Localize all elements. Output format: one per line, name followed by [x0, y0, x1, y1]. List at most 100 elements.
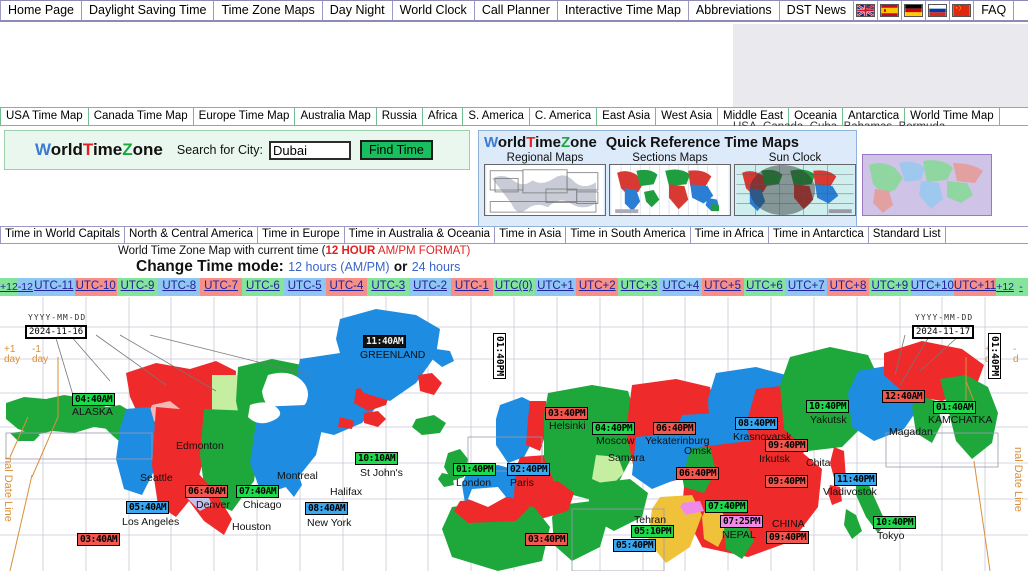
nav-item-time-zone-maps[interactable]: Time Zone Maps: [214, 1, 322, 20]
nav-item-day-night[interactable]: Day Night: [323, 1, 393, 20]
time-label-18[interactable]: 12:40AM: [882, 390, 925, 403]
time-label-16[interactable]: 09:40PM: [765, 475, 808, 488]
utc-zone-utc9[interactable]: UTC+9: [869, 278, 911, 296]
timein-item-south-america[interactable]: Time in South America: [566, 227, 690, 243]
quickref-col-regional-maps[interactable]: Regional Maps: [484, 152, 606, 216]
find-time-button[interactable]: Find Time: [360, 140, 433, 160]
region-item-russia[interactable]: Russia: [377, 108, 423, 125]
time-label-alaska[interactable]: 04:40AM: [72, 393, 115, 406]
time-label-chicago[interactable]: 07:40AM: [236, 485, 279, 498]
utc-edge-plus12-left[interactable]: +12: [0, 278, 18, 296]
time-label-moscow[interactable]: 04:40PM: [592, 422, 635, 435]
flag-china-icon[interactable]: [950, 1, 974, 20]
timein-item-asia[interactable]: Time in Asia: [495, 227, 566, 243]
utc-edge-plus12-right[interactable]: +12: [996, 278, 1014, 296]
mode-12-hour-link[interactable]: 12 hours (AM/PM): [288, 260, 389, 274]
utc-zone-utcminus4[interactable]: UTC-4: [326, 278, 368, 296]
utc-zone-utc6[interactable]: UTC+6: [744, 278, 786, 296]
sections-maps-thumbnail[interactable]: [609, 164, 731, 216]
time-label-irkutsk[interactable]: 09:40PM: [765, 439, 808, 452]
nav-item-dst-news[interactable]: DST News: [780, 1, 855, 20]
regional-maps-thumbnail[interactable]: [484, 164, 606, 216]
nav-item-call-planner[interactable]: Call Planner: [475, 1, 558, 20]
utc-zone-utcminus6[interactable]: UTC-6: [242, 278, 284, 296]
region-item-europe-time-map[interactable]: Europe Time Map: [194, 108, 296, 125]
time-label-kamchatka[interactable]: 01:40AM: [933, 401, 976, 414]
timein-item-world-capitals[interactable]: Time in World Capitals: [0, 227, 125, 243]
flag-russia-icon[interactable]: [926, 1, 950, 20]
utc-zone-utcminus8[interactable]: UTC-8: [158, 278, 200, 296]
time-label-5[interactable]: 03:40AM: [77, 533, 120, 546]
utc-zone-utcminus7[interactable]: UTC-7: [200, 278, 242, 296]
nav-item-faq[interactable]: FAQ: [974, 1, 1014, 20]
flag-spain-icon[interactable]: [878, 1, 902, 20]
time-label-nepal[interactable]: 07:25PM: [720, 515, 763, 528]
search-input[interactable]: [269, 141, 351, 160]
time-label-china[interactable]: 09:40PM: [766, 531, 809, 544]
utc-zone-utcminus5[interactable]: UTC-5: [284, 278, 326, 296]
time-label-tehran[interactable]: 05:10PM: [631, 525, 674, 538]
time-label-23[interactable]: 07:40PM: [705, 500, 748, 513]
utc-zone-utcminus10[interactable]: UTC-10: [75, 278, 117, 296]
utc-zone-utc0[interactable]: UTC(0): [493, 278, 535, 296]
region-item-africa[interactable]: Africa: [423, 108, 463, 125]
time-label-13[interactable]: 06:40PM: [676, 467, 719, 480]
nav-item-world-clock[interactable]: World Clock: [393, 1, 475, 20]
time-label-new-york[interactable]: 08:40AM: [305, 502, 348, 515]
advertisement-placeholder[interactable]: [733, 24, 1028, 107]
time-label-yekaterinburg[interactable]: 06:40PM: [653, 422, 696, 435]
timein-item-north-central-america[interactable]: North & Central America: [125, 227, 258, 243]
sun-clock-thumbnail[interactable]: [734, 164, 856, 216]
time-label-denver[interactable]: 06:40AM: [185, 485, 228, 498]
region-item-canada-time-map[interactable]: Canada Time Map: [89, 108, 194, 125]
nav-item-interactive-time-map[interactable]: Interactive Time Map: [558, 1, 689, 20]
nav-item-daylight-saving-time[interactable]: Daylight Saving Time: [82, 1, 214, 20]
quickref-col-sections-maps[interactable]: Sections Maps: [609, 152, 731, 216]
utc-zone-utc1[interactable]: UTC+1: [535, 278, 577, 296]
utc-zone-utc2[interactable]: UTC+2: [576, 278, 618, 296]
timein-item-africa[interactable]: Time in Africa: [691, 227, 769, 243]
utc-zone-utcminus3[interactable]: UTC-3: [367, 278, 409, 296]
utc-zone-utc7[interactable]: UTC+7: [785, 278, 827, 296]
time-label-krasnoyarsk[interactable]: 08:40PM: [735, 417, 778, 430]
timein-item-australia-oceania[interactable]: Time in Australia & Oceania: [345, 227, 495, 243]
region-item-west-asia[interactable]: West Asia: [656, 108, 718, 125]
region-item-south-america[interactable]: S. America: [463, 108, 530, 125]
timein-item-standard-list[interactable]: Standard List: [869, 227, 946, 243]
time-label-vladivostok[interactable]: 11:40PM: [834, 473, 877, 486]
time-label-yakutsk[interactable]: 10:40PM: [806, 400, 849, 413]
time-label-26[interactable]: 03:40PM: [525, 533, 568, 546]
utc-zone-utc4[interactable]: UTC+4: [660, 278, 702, 296]
region-item-usa-time-map[interactable]: USA Time Map: [0, 108, 89, 125]
time-label-tokyo[interactable]: 10:40PM: [873, 516, 916, 529]
time-label-paris[interactable]: 02:40PM: [507, 463, 550, 476]
utc-zone-utc3[interactable]: UTC+3: [618, 278, 660, 296]
utc-edge-minus-right[interactable]: -: [1014, 278, 1028, 296]
utc-zone-utc10[interactable]: UTC+10: [911, 278, 954, 296]
time-label-st-john-s[interactable]: 10:10AM: [355, 452, 398, 465]
mode-24-hour-link[interactable]: 24 hours: [412, 260, 461, 274]
time-label-greenland[interactable]: 11:40AM: [363, 335, 406, 348]
nav-item-home-page[interactable]: Home Page: [0, 1, 82, 20]
utc-zone-utc11[interactable]: UTC+11: [954, 278, 996, 296]
quickref-col-sun-clock[interactable]: Sun Clock: [734, 152, 856, 216]
time-label-helsinki[interactable]: 03:40PM: [545, 407, 588, 420]
utc-zone-utc8[interactable]: UTC+8: [827, 278, 869, 296]
utc-edge-minus12-left[interactable]: -12: [18, 278, 33, 296]
utc-zone-utcminus11[interactable]: UTC-11: [33, 278, 75, 296]
time-label-27[interactable]: 05:40PM: [613, 539, 656, 552]
utc-zone-utcminus1[interactable]: UTC-1: [451, 278, 493, 296]
utc-zone-utcminus2[interactable]: UTC-2: [409, 278, 451, 296]
timein-item-antarctica[interactable]: Time in Antarctica: [769, 227, 869, 243]
region-item-central-america[interactable]: C. America: [530, 108, 597, 125]
world-time-zone-map[interactable]: YYYY-MM-DD 2024-11-16 YYYY-MM-DD 2024-11…: [0, 297, 1028, 571]
utc-zone-utc5[interactable]: UTC+5: [702, 278, 744, 296]
flag-germany-icon[interactable]: [902, 1, 926, 20]
region-item-east-asia[interactable]: East Asia: [597, 108, 656, 125]
timein-item-europe[interactable]: Time in Europe: [258, 227, 345, 243]
region-item-australia-map[interactable]: Australia Map: [295, 108, 376, 125]
time-label-los-angeles[interactable]: 05:40AM: [126, 501, 169, 514]
nav-item-abbreviations[interactable]: Abbreviations: [689, 1, 780, 20]
utc-zone-utcminus9[interactable]: UTC-9: [117, 278, 159, 296]
flag-uk-us-icon[interactable]: [854, 1, 878, 20]
